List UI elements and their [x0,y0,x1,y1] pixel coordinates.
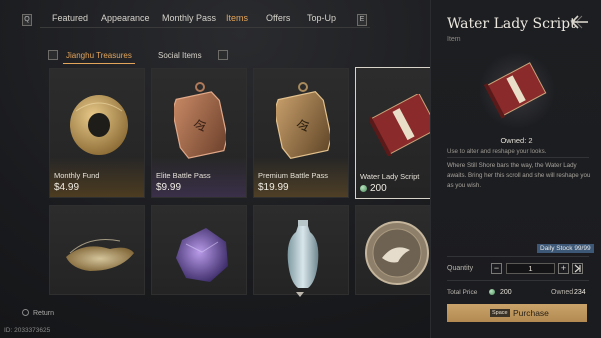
tab-featured[interactable]: Featured [52,13,88,23]
tab-appearance[interactable]: Appearance [101,13,150,23]
quantity-increase-button[interactable]: + [558,263,569,274]
item-preview-scroll-icon [479,52,555,128]
return-key-icon [22,309,29,316]
card-name: Monthly Fund [54,171,100,180]
gold-token-icon: 令 [276,82,330,159]
golden-ingot-icon [66,239,134,271]
total-price-label: Total Price [447,289,478,296]
card-crane-medallion[interactable] [355,205,435,295]
nav-next-key[interactable]: E [357,14,367,26]
tab-items[interactable]: Items [223,13,251,28]
nav-divider [40,27,370,28]
item-detail-panel: Water Lady Script Item Owned: 2 Use to a… [430,0,601,338]
card-violet-ore[interactable] [151,205,247,295]
card-name: Elite Battle Pass [156,171,211,180]
subtab-next-key[interactable] [218,50,228,60]
red-scroll-icon [370,94,434,156]
card-price: $9.99 [156,182,182,193]
quantity-max-button[interactable] [572,263,583,274]
currency-owned-value: 234 [574,289,586,296]
card-elite-battle-pass[interactable]: 令 Elite Battle Pass $9.99 [151,68,247,198]
divider [447,280,589,281]
quantity-input[interactable]: 1 [506,263,555,274]
subtab-prev-key[interactable] [48,50,58,60]
currency-owned-label: Owned [551,289,574,296]
card-price: 200 [370,183,387,194]
card-name: Water Lady Script [360,172,420,181]
subtab-jianghu-treasures[interactable]: Jianghu Treasures [63,51,135,64]
subtab-social-items[interactable]: Social Items [158,51,202,60]
tab-top-up[interactable]: Top-Up [307,13,336,23]
card-price: $4.99 [54,182,80,193]
owned-count: Owned: 2 [500,136,533,145]
divider [447,256,589,257]
violet-ore-icon [176,228,228,282]
player-id: ID: 2033373625 [4,327,51,334]
tab-offers[interactable]: Offers [266,13,290,23]
return-button[interactable]: Return [33,310,54,317]
tab-monthly-pass[interactable]: Monthly Pass [162,13,216,23]
card-water-lady-script[interactable]: Water Lady Script 200 [355,67,435,199]
item-type: Item [447,36,461,43]
card-price: $19.99 [258,182,289,193]
porcelain-vase-icon [287,220,319,288]
card-golden-ingot[interactable] [49,205,145,295]
purchase-button[interactable]: Space Purchase [447,304,587,322]
item-lore: Where Still Shore bars the way, the Wate… [447,162,591,189]
item-use: Use to alter and reshape your looks. [447,148,547,155]
nav-prev-key[interactable]: Q [22,14,32,26]
jade-currency-icon [489,289,495,295]
jade-disc-icon [70,95,128,155]
card-monthly-fund[interactable]: Monthly Fund $4.99 [49,68,145,198]
top-nav: Q Featured Appearance Monthly Pass Items… [0,10,430,32]
quantity-decrease-button[interactable]: − [491,263,502,274]
crane-medallion-icon [365,221,429,285]
jade-currency-icon [360,185,367,192]
card-name: Premium Battle Pass [258,171,329,180]
space-key-hint: Space [490,309,510,317]
card-premium-battle-pass[interactable]: 令 Premium Battle Pass $19.99 [253,68,349,198]
daily-stock-badge: Daily Stock 99/99 [537,244,594,253]
back-arrow-icon[interactable] [569,14,591,30]
max-icon [574,264,581,273]
purchase-label: Purchase [513,308,549,318]
total-price-value: 200 [500,289,512,296]
divider [447,157,589,158]
bronze-token-icon: 令 [174,82,226,159]
scroll-down-arrow-icon[interactable] [296,292,304,297]
card-porcelain-vase[interactable] [253,205,349,295]
item-title: Water Lady Script [447,16,576,32]
quantity-label: Quantity [447,265,474,272]
